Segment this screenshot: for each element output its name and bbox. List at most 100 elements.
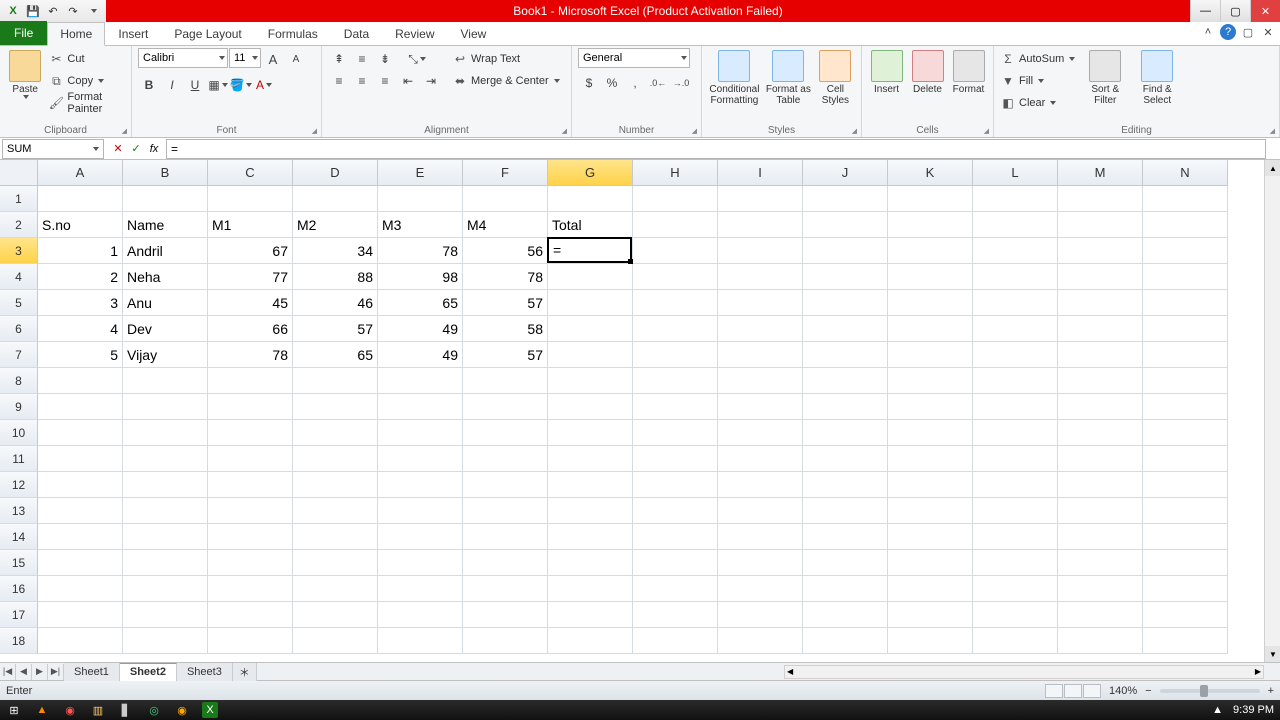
save-icon[interactable]: 💾	[24, 2, 42, 20]
cell-F15[interactable]	[463, 550, 548, 576]
cell-G4[interactable]	[548, 264, 633, 290]
cell-C4[interactable]: 77	[208, 264, 293, 290]
cell-F7[interactable]: 57	[463, 342, 548, 368]
cell-K9[interactable]	[888, 394, 973, 420]
cell-M4[interactable]	[1058, 264, 1143, 290]
row-header-1[interactable]: 1	[0, 186, 38, 212]
row-header-4[interactable]: 4	[0, 264, 38, 290]
cell-C13[interactable]	[208, 498, 293, 524]
taskbar-chrome-icon[interactable]: ◎	[146, 702, 162, 718]
cell-E3[interactable]: 78	[378, 238, 463, 264]
delete-cells-button[interactable]: Delete	[909, 48, 946, 95]
col-header-M[interactable]: M	[1058, 160, 1143, 186]
cell-F2[interactable]: M4	[463, 212, 548, 238]
new-sheet-button[interactable]: ＊	[233, 663, 257, 681]
scroll-up-icon[interactable]: ▲	[1265, 160, 1280, 176]
comma-button[interactable]: ,	[624, 72, 646, 94]
cell-C11[interactable]	[208, 446, 293, 472]
cell-J9[interactable]	[803, 394, 888, 420]
cell-D14[interactable]	[293, 524, 378, 550]
row-header-3[interactable]: 3	[0, 238, 38, 264]
taskbar-notepad-icon[interactable]: ▋	[118, 702, 134, 718]
cell-N2[interactable]	[1143, 212, 1228, 238]
view-buttons[interactable]	[1045, 684, 1101, 698]
cell-G5[interactable]	[548, 290, 633, 316]
cell-J1[interactable]	[803, 186, 888, 212]
cell-D12[interactable]	[293, 472, 378, 498]
cell-N14[interactable]	[1143, 524, 1228, 550]
zoom-out-icon[interactable]: −	[1145, 685, 1151, 697]
row-header-7[interactable]: 7	[0, 342, 38, 368]
cells-area[interactable]: S.noNameM1M2M3M4Total1Andril673478562Neh…	[38, 186, 1228, 654]
maximize-button[interactable]: ▢	[1220, 0, 1250, 22]
cell-F8[interactable]	[463, 368, 548, 394]
col-header-B[interactable]: B	[123, 160, 208, 186]
cell-J5[interactable]	[803, 290, 888, 316]
cell-F6[interactable]: 58	[463, 316, 548, 342]
fill-color-button[interactable]: 🪣	[230, 74, 252, 96]
font-size-combo[interactable]: 11	[229, 48, 261, 68]
fx-icon[interactable]: fx	[146, 141, 162, 157]
cell-J7[interactable]	[803, 342, 888, 368]
cell-J2[interactable]	[803, 212, 888, 238]
cell-G17[interactable]	[548, 602, 633, 628]
decrease-decimal-button[interactable]: →.0	[670, 72, 692, 94]
merge-center-button[interactable]: ⬌Merge & Center	[452, 70, 560, 92]
cell-C15[interactable]	[208, 550, 293, 576]
increase-indent-button[interactable]: ⇥	[420, 70, 442, 92]
paste-button[interactable]: Paste	[6, 48, 44, 99]
cell-N10[interactable]	[1143, 420, 1228, 446]
name-box[interactable]: SUM	[2, 139, 104, 159]
font-color-button[interactable]: A	[253, 74, 275, 96]
cell-B7[interactable]: Vijay	[123, 342, 208, 368]
horizontal-scrollbar[interactable]: ◀▶	[784, 665, 1264, 679]
tab-review[interactable]: Review	[382, 21, 447, 45]
cell-N15[interactable]	[1143, 550, 1228, 576]
cell-B4[interactable]: Neha	[123, 264, 208, 290]
cell-N16[interactable]	[1143, 576, 1228, 602]
cell-A18[interactable]	[38, 628, 123, 654]
taskbar-app-icon[interactable]: ◉	[62, 702, 78, 718]
cell-E16[interactable]	[378, 576, 463, 602]
cell-L13[interactable]	[973, 498, 1058, 524]
cell-G10[interactable]	[548, 420, 633, 446]
sheet-tab-sheet1[interactable]: Sheet1	[64, 663, 120, 681]
cell-K1[interactable]	[888, 186, 973, 212]
cell-I10[interactable]	[718, 420, 803, 446]
cell-M6[interactable]	[1058, 316, 1143, 342]
cell-I3[interactable]	[718, 238, 803, 264]
cell-C9[interactable]	[208, 394, 293, 420]
cell-F13[interactable]	[463, 498, 548, 524]
align-left-button[interactable]: ≡	[328, 70, 350, 92]
select-all-button[interactable]	[0, 160, 38, 186]
cell-I11[interactable]	[718, 446, 803, 472]
cell-L1[interactable]	[973, 186, 1058, 212]
sheet-nav-next-icon[interactable]: ▶	[32, 664, 48, 680]
cell-A14[interactable]	[38, 524, 123, 550]
cell-M11[interactable]	[1058, 446, 1143, 472]
cell-G16[interactable]	[548, 576, 633, 602]
cell-N12[interactable]	[1143, 472, 1228, 498]
cancel-formula-icon[interactable]: ✕	[110, 141, 126, 157]
cell-D8[interactable]	[293, 368, 378, 394]
cell-L15[interactable]	[973, 550, 1058, 576]
cell-G15[interactable]	[548, 550, 633, 576]
cell-I15[interactable]	[718, 550, 803, 576]
cell-H7[interactable]	[633, 342, 718, 368]
cell-J15[interactable]	[803, 550, 888, 576]
cell-I1[interactable]	[718, 186, 803, 212]
cell-J12[interactable]	[803, 472, 888, 498]
cell-B16[interactable]	[123, 576, 208, 602]
row-header-2[interactable]: 2	[0, 212, 38, 238]
cell-F5[interactable]: 57	[463, 290, 548, 316]
cell-H6[interactable]	[633, 316, 718, 342]
col-header-K[interactable]: K	[888, 160, 973, 186]
cell-L3[interactable]	[973, 238, 1058, 264]
cell-L7[interactable]	[973, 342, 1058, 368]
border-button[interactable]: ▦	[207, 74, 229, 96]
sheet-nav-first-icon[interactable]: |◀	[0, 664, 16, 680]
cell-D13[interactable]	[293, 498, 378, 524]
cell-M12[interactable]	[1058, 472, 1143, 498]
cell-H17[interactable]	[633, 602, 718, 628]
file-tab[interactable]: File	[0, 21, 47, 45]
